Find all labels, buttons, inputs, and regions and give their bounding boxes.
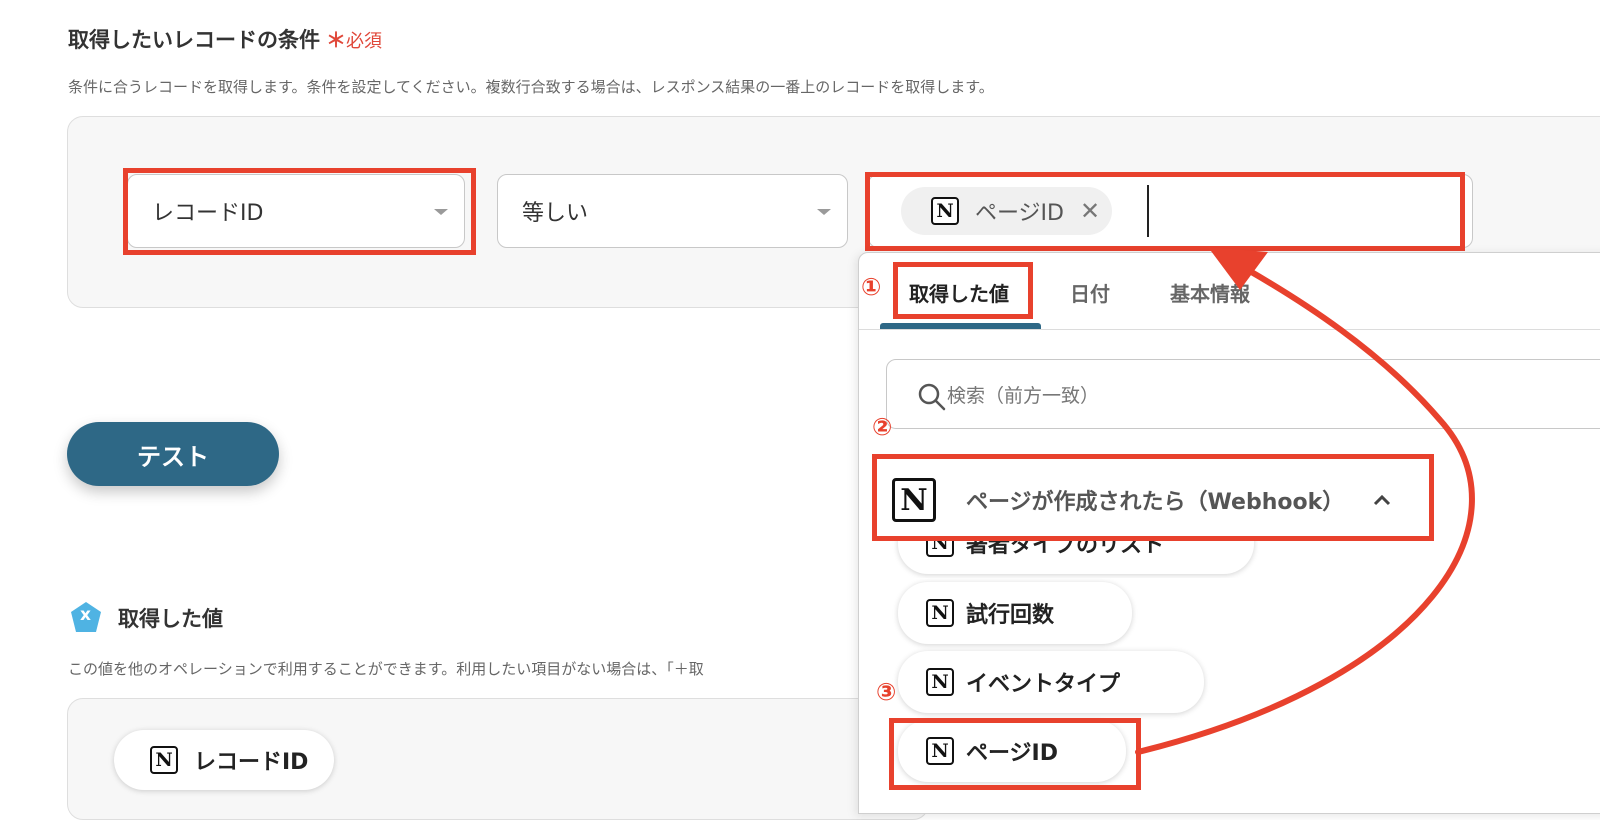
annotation-arrow	[1135, 247, 1475, 755]
